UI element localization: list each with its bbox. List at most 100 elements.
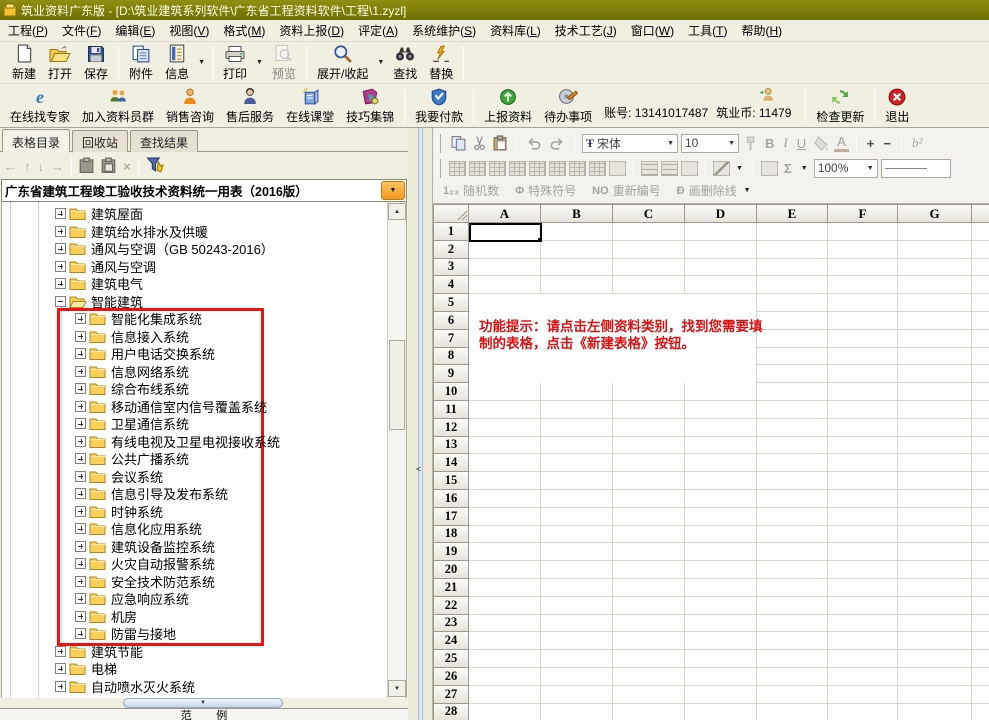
collapse-box-icon[interactable] [55,296,66,307]
grid-cell[interactable] [757,348,828,366]
grid-cell[interactable] [541,472,613,490]
grid-cell[interactable] [685,704,757,720]
grid-cell[interactable] [469,437,541,455]
grid-cell[interactable] [469,561,541,579]
grid-cell[interactable] [972,543,989,561]
insert-object-icon[interactable] [761,161,778,176]
grid-cell[interactable] [828,276,898,294]
grid-cell[interactable] [757,454,828,472]
scroll-down-icon[interactable]: ▼ [388,680,406,697]
grid-cell[interactable] [685,276,757,294]
row-header-27[interactable]: 27 [433,686,469,704]
toolbar-button-sales-consult[interactable]: 销售咨询 [160,86,220,126]
grid-cell[interactable] [541,454,613,472]
grid-cell[interactable] [898,348,972,366]
grid-cell[interactable] [828,294,898,312]
grid-cell[interactable] [469,579,541,597]
grid-cell[interactable] [757,561,828,579]
grid-cell[interactable] [828,508,898,526]
grid-cell[interactable] [898,508,972,526]
toolbar-button-todo[interactable]: 待办事项 [538,86,598,126]
grid-cell[interactable] [898,419,972,437]
grid-cell[interactable] [898,561,972,579]
toolbar-button-find[interactable]: 查找 [387,43,423,83]
grid-cell[interactable] [685,490,757,508]
toolbar-button-replace[interactable]: 替换 [423,43,459,83]
scroll-up-icon[interactable]: ▲ [388,203,406,220]
row-header-26[interactable]: 26 [433,668,469,686]
merge-cells-icon[interactable] [489,161,506,176]
grid-cell[interactable] [828,579,898,597]
grid-cell[interactable] [828,632,898,650]
grid-cell[interactable] [898,543,972,561]
grid-cell[interactable] [469,508,541,526]
chevron-down-icon[interactable]: ▼ [733,165,746,172]
toolbar-button-new-file[interactable]: 新建 [6,43,42,83]
menu-item-F[interactable]: 文件(F) [55,19,108,42]
grid-cell[interactable] [469,276,541,294]
toolbar-button-tips[interactable]: 技巧集锦 [340,86,400,126]
grid-cell[interactable] [469,686,541,704]
menu-item-V[interactable]: 视图(V) [162,19,216,42]
grid-cell[interactable] [972,526,989,544]
split-cells-icon[interactable] [509,161,526,176]
grid-cell[interactable] [613,632,685,650]
down-arrow-icon[interactable]: ↓ [38,159,45,174]
column-header-B[interactable]: B [541,204,613,223]
paste2-icon[interactable] [491,135,509,151]
delete-row-icon[interactable] [469,161,486,176]
grid-cell[interactable] [685,579,757,597]
menu-item-A[interactable]: 评定(A) [351,19,405,42]
grid-cell[interactable] [828,704,898,720]
row-header-25[interactable]: 25 [433,650,469,668]
fill-handle[interactable] [538,238,542,242]
expand-box-icon[interactable] [55,208,66,219]
expand-box-icon[interactable] [55,663,66,674]
grid-cell[interactable] [972,401,989,419]
grid-cell[interactable] [541,668,613,686]
toolbar-button-preview[interactable]: 预览 [266,43,302,83]
grid-cell[interactable] [613,223,685,241]
row-header-3[interactable]: 3 [433,259,469,277]
row-header-19[interactable]: 19 [433,543,469,561]
grid-cell[interactable] [685,508,757,526]
collapse-left-icon[interactable]: < [416,464,421,474]
grid-cell[interactable] [898,259,972,277]
grid-cell[interactable] [541,597,613,615]
toolbar-button-expand-collapse[interactable]: 展开/收起 [311,43,374,83]
grid-cell[interactable] [828,543,898,561]
toolbar-button-online-class[interactable]: 在线课堂 [280,86,340,126]
grid-cell[interactable] [685,615,757,633]
expand-box-icon[interactable] [55,261,66,272]
cut-icon[interactable] [471,135,488,151]
grid-cell[interactable] [972,294,989,312]
grid-cell[interactable] [757,259,828,277]
row-header-11[interactable]: 11 [433,401,469,419]
grid-cell[interactable] [685,668,757,686]
grid-cell[interactable] [898,454,972,472]
grid-cell[interactable] [898,437,972,455]
grid-cell[interactable] [972,686,989,704]
grid-cell[interactable] [757,383,828,401]
grid-cell[interactable] [685,383,757,401]
toolbar-button-0[interactable]: 1₂₃随机数 [443,182,499,199]
grid-cell[interactable] [685,650,757,668]
column-header-G[interactable]: G [898,204,972,223]
toolbar-button-exit[interactable]: 退出 [879,86,915,126]
chevron-down-icon[interactable]: ▼ [667,140,674,147]
tab-0[interactable]: 表格目录 [2,129,70,152]
grid-cell[interactable] [898,294,972,312]
grid-cell[interactable] [613,543,685,561]
grid-cell[interactable] [757,472,828,490]
tree-item[interactable]: 建筑屋面 [2,205,386,223]
grid-cell[interactable] [541,561,613,579]
chevron-down-icon[interactable]: ▼ [798,165,811,172]
grid-cell[interactable] [469,543,541,561]
grid-cell[interactable] [469,704,541,720]
row-header-28[interactable]: 28 [433,704,469,720]
grid-cell[interactable] [685,401,757,419]
grid-cell[interactable] [828,686,898,704]
left-arrow-icon[interactable]: ← [4,159,17,174]
toolbar-button-join-group[interactable]: 加入资料员群 [76,86,160,126]
grid-cell[interactable] [898,686,972,704]
